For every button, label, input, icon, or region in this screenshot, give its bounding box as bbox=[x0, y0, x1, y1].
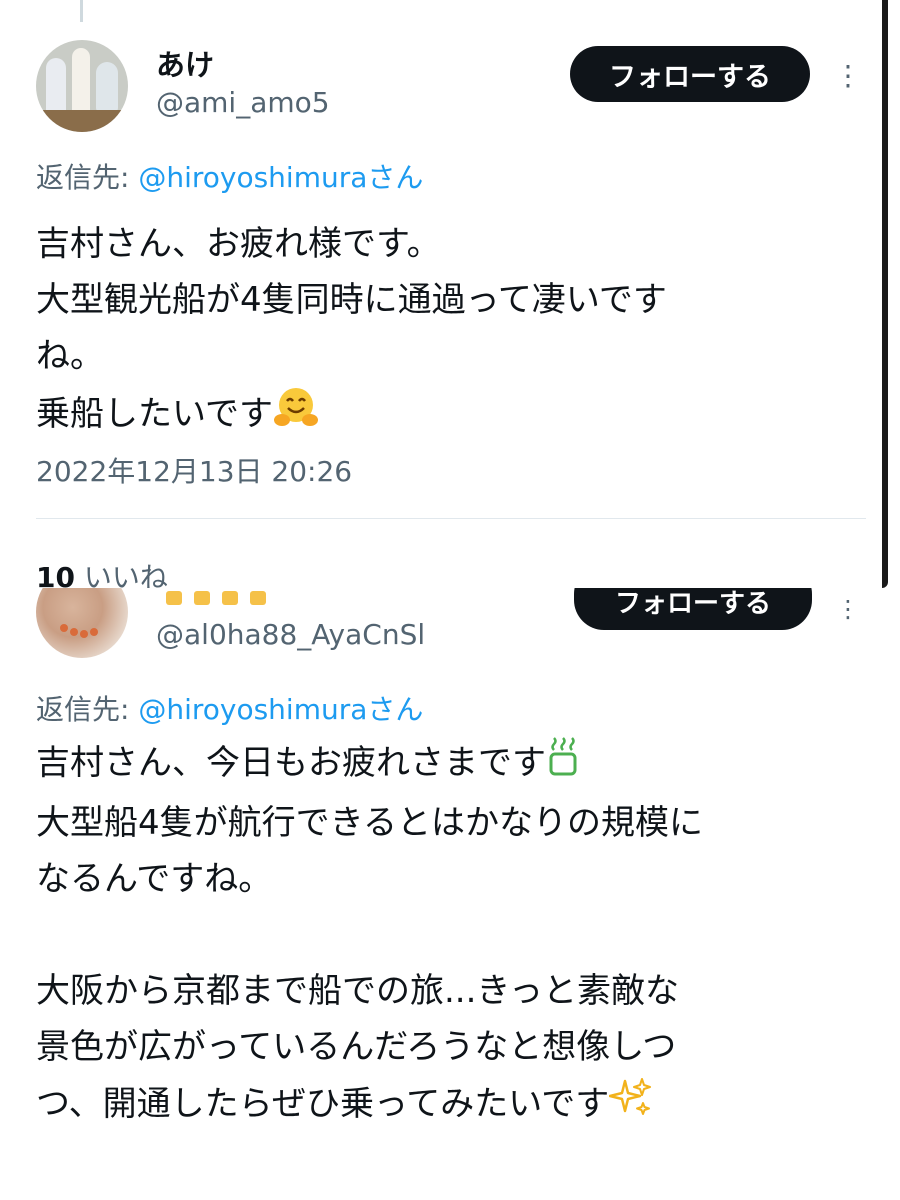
sparkles-emoji bbox=[609, 1075, 653, 1136]
follow-button[interactable]: フォローする bbox=[574, 588, 812, 630]
display-name[interactable]: あけ bbox=[156, 42, 214, 84]
hot-beverage-emoji bbox=[546, 734, 580, 795]
user-handle[interactable]: @ami_amo5 bbox=[156, 86, 330, 119]
reply-prefix: 返信先: bbox=[36, 161, 139, 194]
display-name-cropped bbox=[166, 590, 396, 606]
tweet-card-1: あけ @ami_amo5 フォローする ⋮ 返信先: @hiroyoshimur… bbox=[0, 0, 888, 588]
tweet-card-2: @al0ha88_AyaCnSl フォローする ⋮ 返信先: @hiroyosh… bbox=[0, 588, 900, 1200]
thread-line bbox=[80, 0, 83, 22]
reply-to: 返信先: @hiroyoshimuraさん bbox=[36, 688, 423, 728]
tweet-body: 吉村さん、今日もお疲れさまです 大型船4隻が航行できるとはかなりの規模に なるん… bbox=[36, 734, 876, 1136]
avatar[interactable] bbox=[36, 40, 128, 132]
timestamp[interactable]: 2022年12月13日 20:26 bbox=[36, 450, 352, 490]
hugging-face-emoji bbox=[273, 384, 319, 447]
like-number: 10 bbox=[36, 561, 75, 588]
tweet-text-rest: 大型船4隻が航行できるとはかなりの規模に なるんですね。 大阪から京都まで船での… bbox=[36, 803, 703, 1124]
reply-to: 返信先: @hiroyoshimuraさん bbox=[36, 156, 423, 196]
tweet-body: 吉村さん、お疲れ様です。 大型観光船が4隻同時に通過って凄いです ね。 乗船した… bbox=[36, 216, 836, 447]
avatar[interactable] bbox=[36, 588, 128, 658]
reply-handle-link[interactable]: @hiroyoshimuraさん bbox=[138, 693, 423, 726]
tweet-text: 吉村さん、お疲れ様です。 大型観光船が4隻同時に通過って凄いです ね。 乗船した… bbox=[36, 224, 667, 434]
more-options-icon[interactable]: ⋮ bbox=[834, 56, 862, 96]
reply-prefix: 返信先: bbox=[36, 693, 139, 726]
tweet-text-line1: 吉村さん、今日もお疲れさまです bbox=[36, 743, 546, 783]
more-options-icon[interactable]: ⋮ bbox=[836, 594, 860, 624]
like-label: いいね bbox=[74, 561, 168, 588]
reply-handle-link[interactable]: @hiroyoshimuraさん bbox=[138, 161, 423, 194]
divider bbox=[36, 518, 866, 519]
user-handle[interactable]: @al0ha88_AyaCnSl bbox=[156, 618, 425, 651]
follow-button[interactable]: フォローする bbox=[570, 46, 810, 102]
likes-count[interactable]: 10 いいね bbox=[36, 556, 168, 588]
